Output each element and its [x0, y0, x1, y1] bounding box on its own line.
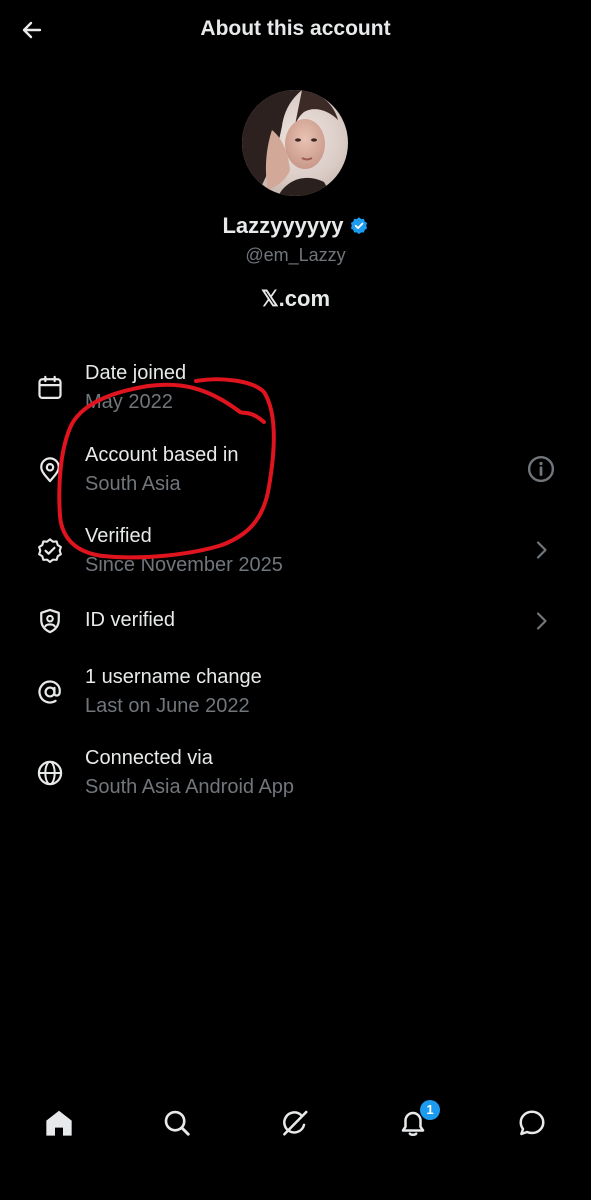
info-value: Since November 2025 — [85, 554, 283, 576]
chevron-right-icon — [525, 605, 557, 637]
bottom-nav — [0, 1085, 591, 1157]
at-sign-icon — [35, 677, 65, 707]
info-value: May 2022 — [85, 391, 173, 413]
info-label: ID verified — [85, 609, 176, 631]
messages-icon — [519, 1110, 545, 1136]
location-pin-icon — [35, 455, 65, 485]
info-row-account-based-in: Account based in South Asia — [0, 442, 591, 502]
top-bar: About this account — [0, 0, 591, 60]
calendar-icon — [35, 373, 65, 403]
chevron-right-icon — [525, 534, 557, 566]
id-shield-icon — [35, 606, 65, 636]
nav-home[interactable] — [39, 1103, 79, 1143]
avatar[interactable] — [242, 90, 348, 196]
info-value: South Asia — [85, 473, 181, 495]
notifications-badge: 1 — [420, 1100, 440, 1120]
info-row-verified[interactable]: Verified Since November 2025 — [0, 523, 591, 583]
info-row-connected-via: Connected via South Asia Android App — [0, 745, 591, 805]
nav-grok[interactable] — [275, 1103, 315, 1143]
user-handle: @em_Lazzy — [245, 245, 346, 265]
info-icon[interactable] — [525, 453, 557, 485]
info-row-date-joined: Date joined May 2022 — [0, 360, 591, 420]
info-value: Last on June 2022 — [85, 695, 250, 717]
display-name: Lazzyyyyyy — [222, 213, 344, 238]
search-icon — [164, 1110, 190, 1136]
verified-badge-icon — [349, 216, 369, 236]
info-label: Connected via — [85, 747, 213, 769]
info-label: Account based in — [85, 444, 239, 466]
page-title: About this account — [200, 17, 391, 40]
info-label: Verified — [85, 525, 152, 547]
home-icon — [46, 1110, 72, 1136]
profile-name-row: Lazzyyyyyy — [0, 213, 591, 239]
info-row-id-verified[interactable]: ID verified — [0, 600, 591, 642]
info-label: Date joined — [85, 362, 187, 384]
info-label: 1 username change — [85, 666, 262, 688]
nav-search[interactable] — [157, 1103, 197, 1143]
globe-icon — [35, 758, 65, 788]
nav-messages[interactable] — [512, 1103, 552, 1143]
info-value: South Asia Android App — [85, 776, 295, 798]
info-row-username-change: 1 username change Last on June 2022 — [0, 664, 591, 724]
verified-badge-outline-icon — [35, 536, 65, 566]
grok-icon — [283, 1110, 308, 1136]
domain-label: 𝕏.com — [260, 286, 331, 311]
